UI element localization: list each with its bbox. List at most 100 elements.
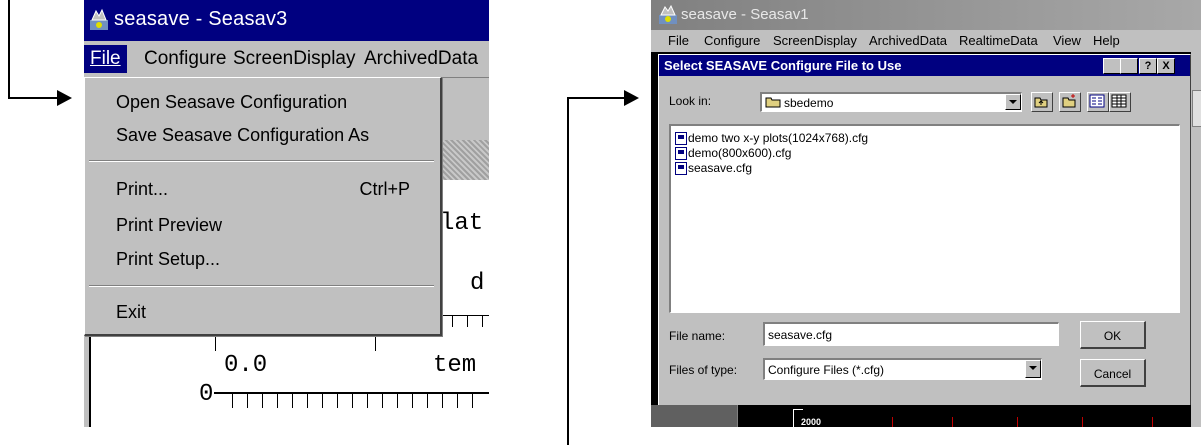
ruler-tick — [367, 392, 368, 408]
ruler-tick — [412, 392, 413, 408]
look-in-label: Look in: — [669, 94, 712, 108]
left-menu-configure[interactable]: Configure — [144, 48, 226, 70]
ruler-tick — [467, 315, 468, 327]
cancel-button[interactable]: Cancel — [1080, 359, 1146, 387]
ruler-tick — [307, 392, 308, 408]
up-folder-icon — [1034, 97, 1048, 108]
right-connector-vertical — [567, 97, 569, 445]
list-view-button[interactable] — [1087, 92, 1109, 112]
ruler-tick — [442, 392, 443, 408]
ruler-tick — [247, 392, 248, 408]
menu-save-config-as[interactable]: Save Seasave Configuration As — [116, 125, 369, 146]
ruler-tick — [322, 392, 323, 408]
left-arrowhead — [57, 90, 72, 106]
ruler-tick — [382, 392, 383, 408]
plot-tick — [1152, 417, 1153, 427]
look-in-combo[interactable]: sbedemo — [760, 92, 1022, 112]
background-plot-area: 2000 — [737, 405, 1191, 427]
right-menu-configure[interactable]: Configure — [704, 33, 760, 48]
plot-tick — [892, 417, 893, 427]
right-menu-help[interactable]: Help — [1093, 33, 1120, 48]
file-name: seasave.cfg — [688, 161, 753, 175]
help-button[interactable]: ? — [1139, 58, 1157, 74]
ruler-tick — [352, 392, 353, 408]
plot-tick — [1017, 417, 1018, 427]
menu-separator — [89, 285, 434, 287]
filetype-value: Configure Files (*.cfg) — [768, 363, 885, 377]
ruler-tick — [232, 392, 233, 408]
right-menu-file[interactable]: File — [668, 33, 689, 48]
bg-zero-label: 0 — [199, 381, 214, 408]
app-icon — [659, 5, 677, 24]
new-folder-button[interactable] — [1059, 92, 1081, 112]
menu-open-config[interactable]: Open Seasave Configuration — [116, 92, 347, 113]
chevron-down-icon[interactable] — [1025, 360, 1041, 378]
bg-d-label: d — [470, 270, 485, 297]
look-in-value: sbedemo — [784, 96, 834, 110]
bg-tem-label: tem — [433, 352, 477, 379]
left-menu-screendisplay[interactable]: ScreenDisplay — [233, 48, 356, 70]
file-list: demo two x-y plots(1024x768).cfg demo(80… — [669, 124, 1180, 313]
plot-axis — [737, 405, 738, 427]
filetype-select[interactable]: Configure Files (*.cfg) — [763, 358, 1042, 380]
file-menu-dropdown: Open Seasave Configuration Save Seasave … — [84, 77, 442, 336]
right-title-bar: seasave - Seasav1 — [651, 0, 1201, 30]
menu-print-preview[interactable]: Print Preview — [116, 215, 222, 236]
maximize-icon[interactable] — [1120, 58, 1138, 74]
bg-value-label: 0.0 — [224, 352, 268, 379]
left-menu-archiveddata[interactable]: ArchivedData — [364, 48, 478, 70]
right-menu-screendisplay[interactable]: ScreenDisplay — [773, 33, 857, 48]
plot-tick — [952, 417, 953, 427]
left-connector-horizontal — [8, 97, 60, 99]
restore-icon[interactable] — [1103, 58, 1121, 74]
ruler-tick — [457, 392, 458, 408]
ruler-tick — [375, 335, 376, 351]
select-config-dialog: Select SEASAVE Configure File to Use ? X… — [658, 54, 1191, 406]
config-file-icon — [675, 162, 687, 175]
plot-tick — [793, 409, 803, 410]
ruler-tick — [292, 392, 293, 408]
details-view-icon — [1111, 94, 1127, 108]
ruler-tick — [262, 392, 263, 408]
left-app-title: seasave - Seasav3 — [114, 8, 288, 30]
left-menu-bar: File Configure ScreenDisplay ArchivedDat… — [84, 41, 489, 78]
right-screenshot: seasave - Seasav1 File Configure ScreenD… — [651, 0, 1201, 427]
ruler-tick — [452, 315, 453, 327]
chevron-down-icon[interactable] — [1005, 94, 1021, 110]
app-icon — [90, 8, 108, 30]
left-screenshot: seasave - Seasav3 File Configure ScreenD… — [84, 0, 489, 427]
ruler-tick — [397, 392, 398, 408]
ok-button[interactable]: OK — [1080, 321, 1146, 349]
up-folder-button[interactable] — [1031, 92, 1053, 112]
right-connector-horizontal — [567, 97, 627, 99]
background-gray-region — [651, 405, 737, 427]
close-button[interactable]: X — [1157, 58, 1175, 74]
ruler-tick — [337, 392, 338, 408]
ruler-tick — [472, 392, 473, 408]
plot-axis-label: 2000 — [801, 417, 822, 427]
filetype-label: Files of type: — [669, 363, 738, 377]
right-menu-realtimedata[interactable]: RealtimeData — [959, 33, 1038, 48]
filename-value: seasave.cfg — [768, 328, 833, 342]
right-menu-archiveddata[interactable]: ArchivedData — [869, 33, 947, 48]
menu-print-shortcut: Ctrl+P — [359, 179, 410, 199]
menu-exit[interactable]: Exit — [116, 302, 146, 323]
scrollbar-thumb[interactable] — [1192, 90, 1201, 127]
filename-field[interactable]: seasave.cfg — [763, 322, 1059, 346]
file-name: demo two x-y plots(1024x768).cfg — [688, 131, 869, 145]
details-view-button[interactable] — [1109, 92, 1131, 112]
menu-print-setup[interactable]: Print Setup... — [116, 249, 220, 270]
right-menu-view[interactable]: View — [1053, 33, 1081, 48]
left-menu-file[interactable]: File — [84, 45, 127, 73]
menu-separator — [89, 160, 434, 162]
dialog-title-bar: Select SEASAVE Configure File to Use ? X — [659, 55, 1190, 76]
ruler-tick — [277, 392, 278, 408]
left-hatched-strip — [439, 140, 489, 180]
dialog-title: Select SEASAVE Configure File to Use — [664, 58, 902, 73]
menu-print[interactable]: Print... — [116, 179, 168, 200]
right-arrowhead — [624, 90, 639, 106]
left-connector-vertical — [8, 0, 10, 98]
bg-lat-label: lat: — [440, 210, 489, 237]
plot-tick — [1082, 417, 1083, 427]
new-folder-icon — [1062, 94, 1076, 108]
